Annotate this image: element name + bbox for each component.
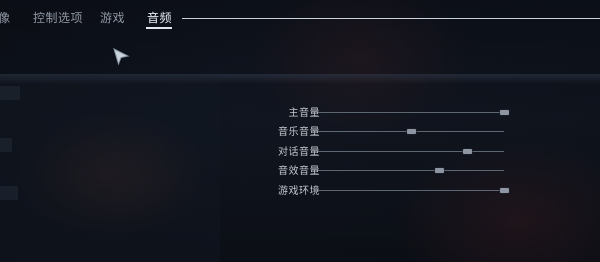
slider-handle[interactable]	[434, 168, 444, 173]
setting-label: 音乐音量	[278, 127, 320, 138]
tab-bar-divider	[182, 18, 600, 19]
setting-label: 主音量	[288, 108, 320, 119]
setting-label: 对话音量	[278, 147, 320, 158]
header-band	[0, 74, 600, 84]
left-panel	[0, 78, 220, 262]
mouse-cursor-icon	[112, 47, 130, 71]
sfx-volume-slider[interactable]	[318, 168, 504, 173]
setting-row-sfx-volume: 音效音量	[250, 162, 510, 178]
setting-row-music-volume: 音乐音量	[250, 123, 510, 139]
master-volume-slider[interactable]	[318, 110, 509, 115]
active-tab-indicator	[146, 27, 172, 29]
setting-label: 游戏环境	[278, 186, 320, 197]
setting-row-dialogue-volume: 对话音量	[250, 143, 510, 159]
tab-game[interactable]: 游戏	[100, 9, 125, 26]
slider-handle[interactable]	[500, 110, 509, 115]
tab-controls[interactable]: 控制选项	[33, 9, 83, 26]
slider-handle[interactable]	[407, 129, 416, 134]
left-panel-row	[0, 86, 20, 100]
left-panel-row	[0, 138, 12, 152]
music-volume-slider[interactable]	[318, 129, 504, 134]
settings-tab-bar: 像 控制选项 游戏 音频	[0, 0, 600, 34]
setting-row-master-volume: 主音量	[250, 104, 510, 120]
slider-handle[interactable]	[500, 188, 509, 193]
dialogue-volume-slider[interactable]	[318, 149, 504, 154]
left-panel-row	[0, 186, 18, 200]
setting-label: 音效音量	[278, 166, 320, 177]
setting-row-ambient-volume: 游戏环境	[250, 182, 510, 198]
tab-audio[interactable]: 音频	[147, 9, 172, 26]
ambient-volume-slider[interactable]	[318, 188, 509, 193]
tab-video[interactable]: 像	[0, 9, 11, 26]
slider-handle[interactable]	[462, 149, 472, 154]
